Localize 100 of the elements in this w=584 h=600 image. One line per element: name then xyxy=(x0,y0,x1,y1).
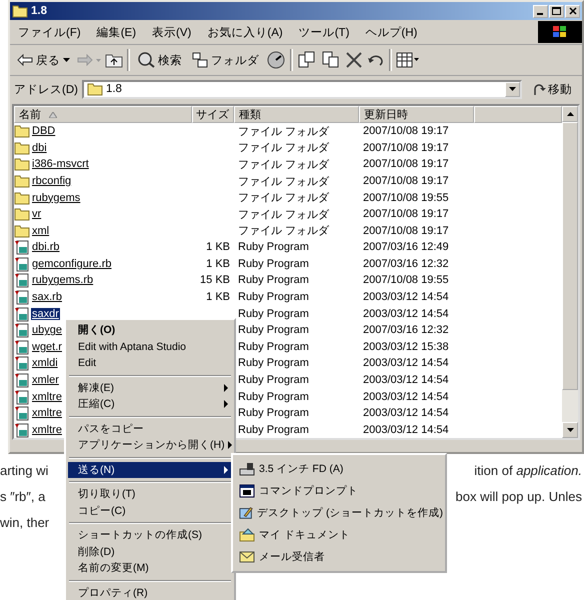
go-button[interactable]: 移動 xyxy=(526,82,578,96)
caret-icon xyxy=(63,58,70,62)
copy-to-icon[interactable] xyxy=(321,51,341,69)
modified-date: 2003/03/12 14:54 xyxy=(362,424,450,436)
context-menu-item[interactable]: Edit xyxy=(68,355,232,372)
modified-date: 2007/10/08 19:17 xyxy=(362,175,450,188)
file-name[interactable]: gemconfigure.rb xyxy=(31,258,112,270)
file-name[interactable]: xmltre xyxy=(31,390,63,403)
page-text: s ″rb″, a xyxy=(0,489,46,505)
back-button[interactable]: 戻る xyxy=(14,50,73,70)
context-menu-item[interactable]: 切り取り(T) xyxy=(68,486,232,502)
menu-item[interactable]: ツール(T) xyxy=(290,22,358,42)
file-name[interactable]: xmldi xyxy=(31,357,59,370)
file-name[interactable]: sax.rb xyxy=(31,291,63,304)
column-header[interactable]: 種類 xyxy=(234,106,359,123)
context-menu-item[interactable]: 圧縮(C) xyxy=(68,396,232,412)
minimize-button[interactable] xyxy=(533,4,548,18)
windows-logo xyxy=(538,21,582,43)
file-name[interactable]: rbconfig xyxy=(31,175,72,188)
submenu-item[interactable]: マイ ドキュメント xyxy=(235,524,443,546)
file-name[interactable]: vr xyxy=(31,208,42,220)
modified-date: 2007/10/08 19:17 xyxy=(362,224,450,237)
modified-date: 2007/03/16 12:49 xyxy=(362,241,450,254)
file-name[interactable]: dbi xyxy=(31,142,48,154)
address-field[interactable]: 1.8 xyxy=(82,80,522,98)
back-arrow-icon xyxy=(17,54,33,66)
modified-date: 2003/03/12 14:54 xyxy=(362,357,450,370)
search-button[interactable]: 検索 xyxy=(134,50,185,70)
scroll-down-icon xyxy=(566,428,574,432)
history-icon[interactable] xyxy=(266,51,286,69)
file-size: 15 KB xyxy=(199,274,231,286)
file-name[interactable]: i386-msvcrt xyxy=(31,158,90,170)
file-type: ファイル フォルダ xyxy=(237,158,330,172)
modified-date: 2003/03/12 15:38 xyxy=(362,340,450,353)
dropdown-button[interactable] xyxy=(505,82,520,96)
file-name[interactable]: rubygems.rb xyxy=(31,274,94,286)
folder-tree-icon xyxy=(192,52,208,68)
column-header[interactable]: サイズ xyxy=(192,106,234,123)
file-name[interactable]: xml xyxy=(31,224,50,237)
context-menu-item[interactable]: アプリケーションから開く(H) xyxy=(68,437,232,454)
delete-icon[interactable] xyxy=(345,51,363,69)
file-name[interactable]: DBD xyxy=(31,125,56,138)
submenu-item[interactable]: 3.5 インチ FD (A) xyxy=(235,458,443,480)
sort-arrow-icon xyxy=(49,112,57,118)
context-menu-item[interactable]: 削除(D) xyxy=(68,544,232,560)
modified-date: 2007/10/08 19:17 xyxy=(362,125,450,138)
file-size: 1 KB xyxy=(205,291,231,304)
menu-item[interactable]: お気に入り(A) xyxy=(199,22,291,42)
maximize-button[interactable] xyxy=(549,4,564,18)
file-type: Ruby Program xyxy=(237,274,310,286)
folder-icon xyxy=(14,174,30,188)
search-icon xyxy=(137,52,155,68)
file-name[interactable]: saxdr xyxy=(31,308,60,320)
file-type: ファイル フォルダ xyxy=(237,124,330,139)
file-type: Ruby Program xyxy=(237,357,310,370)
column-header[interactable]: 名前 xyxy=(14,106,192,123)
views-icon[interactable] xyxy=(396,52,420,68)
page-text: arting wi xyxy=(0,463,48,479)
menu-item[interactable]: 編集(E) xyxy=(88,22,144,42)
address-label: アドレス(D) xyxy=(14,82,78,96)
file-type: Ruby Program xyxy=(237,258,310,270)
file-name[interactable]: dbi.rb xyxy=(31,241,61,254)
modified-date: 2007/10/08 19:17 xyxy=(362,208,450,220)
file-type: Ruby Program xyxy=(237,241,310,254)
context-menu-item[interactable]: コピー(C) xyxy=(68,502,232,519)
file-type: Ruby Program xyxy=(237,374,310,386)
up-folder-icon[interactable] xyxy=(105,52,123,68)
context-menu-item[interactable]: パスをコピー xyxy=(68,420,232,437)
context-menu-item[interactable]: プロパティ(R) xyxy=(68,584,232,600)
desktop-shortcut-icon xyxy=(239,505,254,521)
close-button[interactable] xyxy=(565,4,580,18)
file-name[interactable]: wget.r xyxy=(31,340,63,353)
submenu-item[interactable]: デスクトップ (ショートカットを作成) xyxy=(235,502,443,524)
menu-item[interactable]: 表示(V) xyxy=(144,22,200,42)
file-name[interactable]: xmltre xyxy=(31,407,63,420)
context-menu-item[interactable]: 解凍(E) xyxy=(68,380,232,396)
file-name[interactable]: ubyge xyxy=(31,324,63,336)
file-type: Ruby Program xyxy=(237,424,310,436)
undo-icon[interactable] xyxy=(367,53,385,67)
context-menu-item[interactable]: 送る(N) xyxy=(68,462,232,478)
modified-date: 2007/10/08 19:17 xyxy=(362,158,450,170)
column-header[interactable]: 更新日時 xyxy=(359,106,474,123)
file-name[interactable]: xmler xyxy=(31,374,60,386)
folder-icon xyxy=(86,82,103,96)
context-menu-item[interactable]: 開く(O) xyxy=(68,322,232,338)
file-name[interactable]: xmltre xyxy=(31,424,63,436)
file-name[interactable]: rubygems xyxy=(31,192,82,204)
submenu-item[interactable]: メール受信者 xyxy=(235,546,443,568)
menu-item[interactable]: ファイル(F) xyxy=(10,22,89,42)
submenu-item[interactable]: コマンドプロンプト xyxy=(235,480,443,502)
move-to-icon[interactable] xyxy=(297,51,317,69)
context-menu-item[interactable]: Edit with Aptana Studio xyxy=(68,338,232,355)
context-menu-item[interactable]: ショートカットの作成(S) xyxy=(68,527,232,544)
folders-button[interactable]: フォルダ xyxy=(189,50,262,70)
scrollbar[interactable] xyxy=(562,106,578,438)
folder-icon xyxy=(14,157,30,172)
folder-icon xyxy=(14,224,30,238)
menu-item[interactable]: ヘルプ(H) xyxy=(357,22,426,42)
context-menu-item[interactable]: 名前の変更(M) xyxy=(68,560,232,576)
file-type: Ruby Program xyxy=(237,291,310,304)
